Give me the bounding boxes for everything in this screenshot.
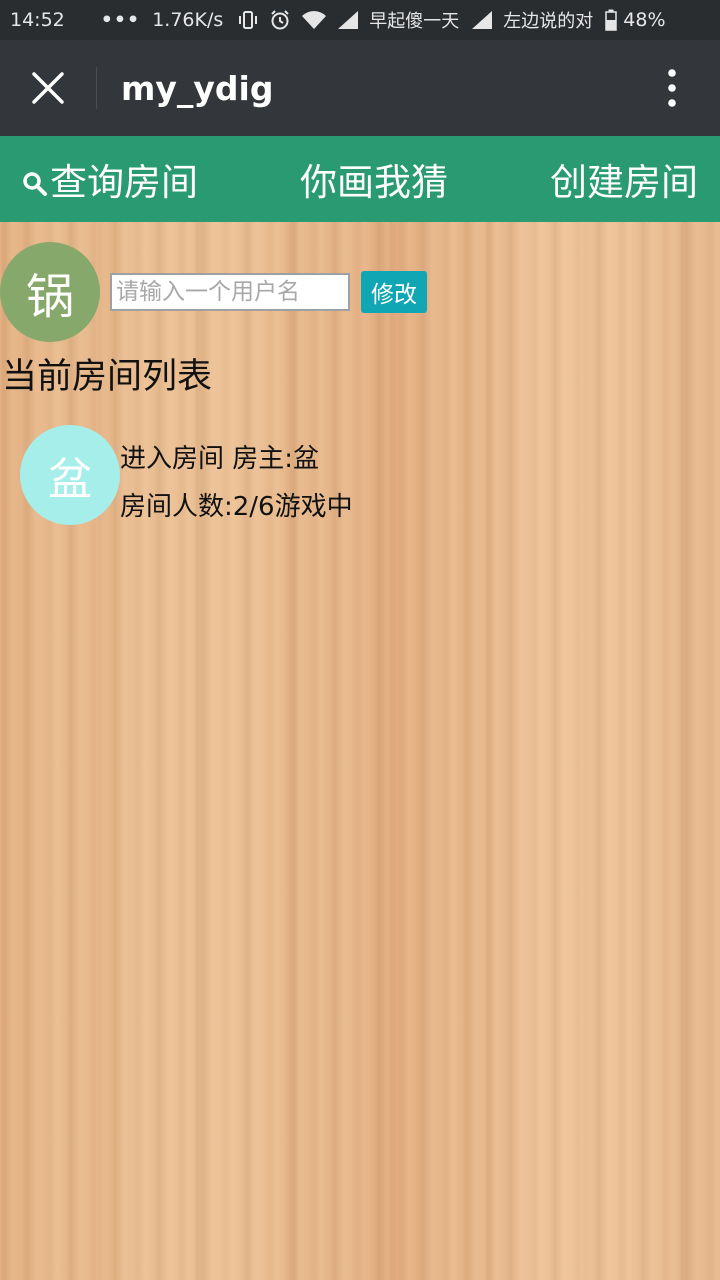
room-list-title: 当前房间列表 — [2, 357, 213, 397]
carrier-2: 左边说的对 — [503, 11, 594, 32]
avatar-char: 锅 — [25, 269, 74, 325]
page-title: my_ydig — [121, 68, 274, 108]
carrier-1: 早起傻一天 — [369, 11, 460, 32]
status-dots: ••• — [100, 9, 141, 31]
more-button[interactable] — [624, 40, 720, 136]
room-avatar-char: 盆 — [48, 454, 92, 505]
tab-create-room[interactable]: 创建房间 — [550, 152, 698, 206]
status-time: 14:52 — [10, 9, 65, 31]
tab-draw-guess[interactable]: 你画我猜 — [300, 152, 448, 206]
alarm-icon — [269, 9, 291, 31]
main-content: 锅 修改 当前房间列表 盆 进入房间 房主:盆 房间人数:2/6游戏中 — [0, 222, 720, 1280]
app-screen: 14:52 ••• 1.76K/s 早起傻一天 左边说的对 48% my_ydi… — [0, 0, 720, 1280]
tab-search-room[interactable]: 查询房间 — [22, 152, 198, 206]
room-enter-owner[interactable]: 进入房间 房主:盆 — [120, 435, 353, 483]
network-speed: 1.76K/s — [152, 9, 224, 31]
modify-button[interactable]: 修改 — [361, 271, 427, 313]
room-player-status: 房间人数:2/6游戏中 — [120, 492, 353, 522]
tab-search-room-label: 查询房间 — [50, 161, 198, 204]
close-icon — [32, 72, 64, 104]
tab-draw-guess-label: 你画我猜 — [300, 161, 448, 204]
battery-icon — [605, 9, 618, 31]
signal-icon — [337, 10, 359, 30]
room-info: 进入房间 房主:盆 房间人数:2/6游戏中 — [120, 425, 353, 531]
title-divider — [96, 67, 97, 109]
room-avatar: 盆 — [20, 425, 120, 525]
avatar: 锅 — [0, 242, 100, 342]
signal-icon — [471, 10, 493, 30]
username-input[interactable] — [110, 273, 350, 311]
tab-bar: 查询房间 你画我猜 创建房间 — [0, 136, 720, 222]
tab-create-room-label: 创建房间 — [550, 161, 698, 204]
search-icon — [23, 172, 47, 196]
room-list-item[interactable]: 盆 进入房间 房主:盆 房间人数:2/6游戏中 — [20, 425, 580, 525]
user-row: 锅 修改 — [0, 242, 427, 342]
battery-percent: 48% — [623, 9, 666, 31]
vibrate-icon — [237, 9, 259, 31]
status-bar: 14:52 ••• 1.76K/s 早起傻一天 左边说的对 48% — [0, 0, 720, 40]
close-button[interactable] — [0, 40, 96, 136]
title-bar: my_ydig — [0, 40, 720, 136]
wifi-icon — [301, 10, 327, 30]
more-vertical-icon — [668, 69, 676, 107]
